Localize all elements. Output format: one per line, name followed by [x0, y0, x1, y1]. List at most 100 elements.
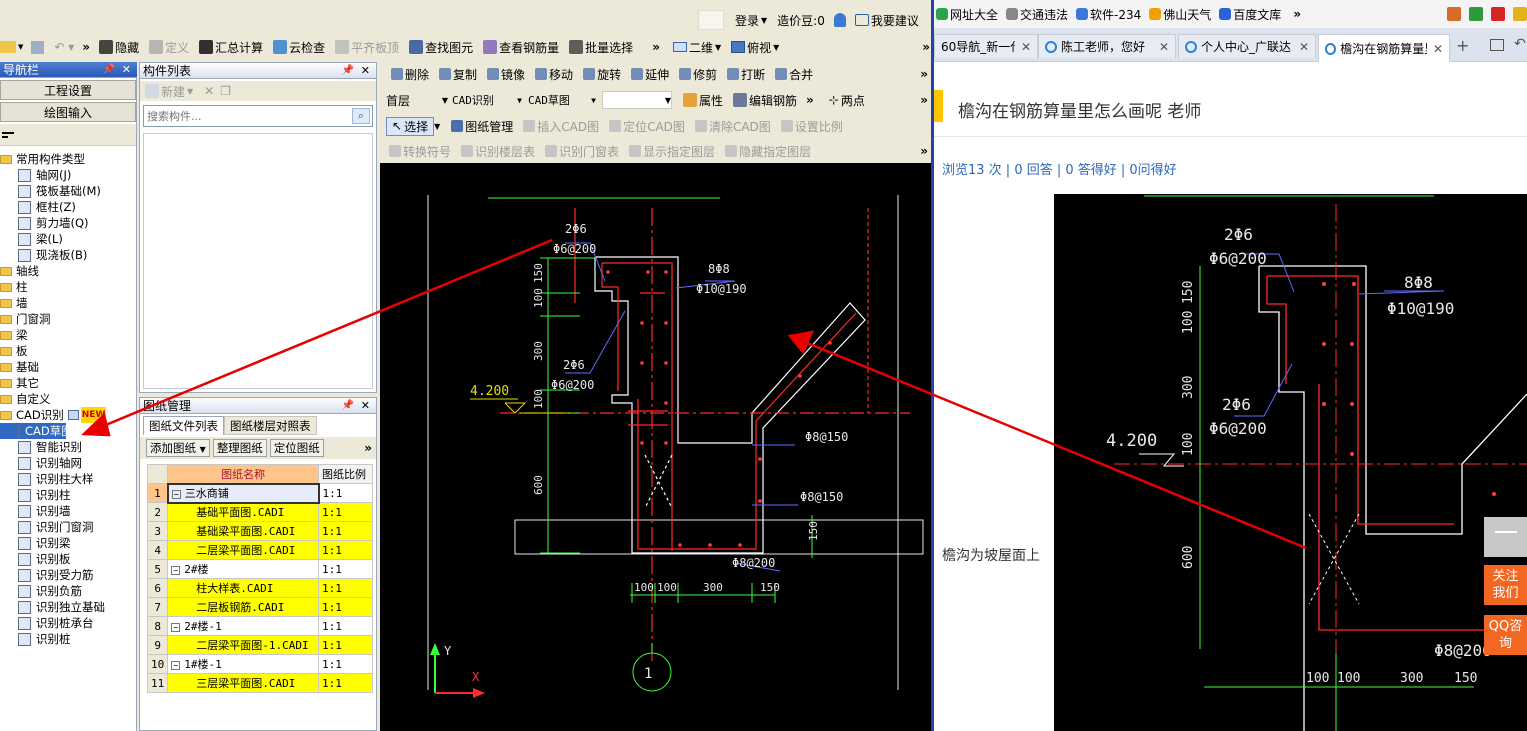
suggest-button[interactable]: 我要建议 — [850, 10, 924, 30]
toolbar-overflow-chevron[interactable]: » — [78, 40, 94, 54]
organize-drawing-button[interactable]: 整理图纸 — [212, 439, 267, 457]
tab-drawing-floor-map[interactable]: 图纸楼层对照表 — [224, 416, 317, 435]
drawing-name-cell[interactable]: 二层梁平面图-1.CADI — [167, 635, 320, 655]
main-tool-7-button[interactable]: 批量选择 — [564, 37, 638, 57]
bookmark-item[interactable]: 软件-234 — [1076, 6, 1141, 23]
nav-group-2[interactable]: 柱 — [0, 279, 136, 295]
nav-item-0-0[interactable]: 轴网(J) — [0, 167, 136, 183]
table-row[interactable]: 3 基础梁平面图.CADI 1:1 — [147, 521, 373, 541]
edit-rebar-button[interactable]: 编辑钢筋 — [728, 90, 802, 110]
table-row[interactable]: 11 三层梁平面图.CADI 1:1 — [147, 673, 373, 693]
nav-item-0-4[interactable]: 梁(L) — [0, 231, 136, 247]
nav-item-10-7[interactable]: 识别梁 — [0, 535, 136, 551]
nav-group-1[interactable]: 轴线 — [0, 263, 136, 279]
nav-item-10-9[interactable]: 识别受力筋 — [0, 567, 136, 583]
question-stats[interactable]: 浏览13 次 | 0 回答 | 0 答得好 | 0问得好 — [942, 159, 1177, 178]
convert-tool-2-button[interactable]: 识别门窗表 — [540, 141, 624, 161]
edit-tool-6-button[interactable]: 修剪 — [674, 64, 722, 84]
copy-icon[interactable]: ❐ — [220, 84, 231, 98]
select-button[interactable]: ↖ 选择 — [386, 116, 435, 136]
component-name-select[interactable]: ▼ — [602, 91, 672, 109]
edit-tool-8-button[interactable]: 合并 — [770, 64, 818, 84]
browser-tab-0[interactable]: 60导航_新一代 ✕ — [934, 34, 1038, 58]
main-tool-2-button[interactable]: 汇总计算 — [194, 37, 268, 57]
table-row[interactable]: 10−1#楼-1 1:1 — [147, 654, 373, 674]
bookmark-item[interactable]: 网址大全 — [936, 6, 998, 23]
toolbar-overflow-chevron[interactable]: » — [916, 67, 932, 81]
bookmark-icon[interactable] — [1469, 7, 1483, 21]
locate-drawing-button[interactable]: 定位图纸 — [269, 439, 324, 457]
toolbar-overflow-chevron[interactable]: » — [916, 144, 932, 158]
nav-item-10-6[interactable]: 识别门窗洞 — [0, 519, 136, 535]
close-icon[interactable]: ✕ — [361, 399, 370, 412]
drawing-name-cell[interactable]: −1#楼-1 — [167, 654, 320, 674]
convert-tool-4-button[interactable]: 隐藏指定图层 — [720, 141, 816, 161]
collapse-icon[interactable]: − — [171, 490, 181, 499]
drawing-name-cell[interactable]: 基础平面图.CADI — [167, 502, 320, 522]
edit-tool-0-button[interactable]: 删除 — [386, 64, 434, 84]
bell-icon[interactable] — [833, 13, 846, 27]
view-mode-select[interactable]: 二维 ▼ — [668, 37, 726, 57]
bookmark-item[interactable]: 佛山天气 — [1149, 6, 1211, 23]
cad-tool-1-button[interactable]: 插入CAD图 — [518, 116, 604, 136]
nav-item-10-1[interactable]: 智能识别 — [0, 439, 136, 455]
toolbar-overflow-chevron[interactable]: » — [360, 441, 376, 455]
drawing-input-button[interactable]: 绘图输入 — [0, 102, 136, 122]
nav-item-0-3[interactable]: 剪力墙(Q) — [0, 215, 136, 231]
edit-tool-5-button[interactable]: 延伸 — [626, 64, 674, 84]
search-input[interactable] — [144, 107, 348, 125]
browser-tab-3[interactable]: 檐沟在钢筋算量里 ✕ — [1318, 34, 1450, 62]
close-tab-icon[interactable]: ✕ — [1293, 40, 1309, 54]
cad-draft-select[interactable]: CAD草图 ▼ — [528, 92, 596, 108]
table-row[interactable]: 9 二层梁平面图-1.CADI 1:1 — [147, 635, 373, 655]
nav-item-10-10[interactable]: 识别负筋 — [0, 583, 136, 599]
close-tab-icon[interactable]: ✕ — [1427, 42, 1443, 56]
pin-icon[interactable]: 📌 — [342, 400, 354, 411]
close-icon[interactable]: ✕ — [361, 64, 370, 77]
bookmark-item[interactable]: 交通违法 — [1006, 6, 1068, 23]
component-list-area[interactable] — [143, 133, 373, 389]
back-to-top-button[interactable] — [1484, 517, 1527, 557]
nav-group-6[interactable]: 板 — [0, 343, 136, 359]
nav-item-10-0[interactable]: CAD草图 — [0, 423, 73, 439]
add-drawing-button[interactable]: 添加图纸 ▼ — [146, 439, 210, 457]
drawing-name-cell[interactable]: 基础梁平面图.CADI — [167, 521, 320, 541]
browser-tab-1[interactable]: 陈工老师，您好 ✕ — [1038, 34, 1176, 58]
main-tool-5-button[interactable]: 查找图元 — [404, 37, 478, 57]
restore-icon[interactable]: ↶ — [1514, 36, 1526, 52]
nav-item-10-3[interactable]: 识别柱大样 — [0, 471, 136, 487]
nav-group-9[interactable]: 自定义 — [0, 391, 136, 407]
floor-select[interactable]: 首层 ▼ — [386, 92, 448, 109]
edit-tool-2-button[interactable]: 镜像 — [482, 64, 530, 84]
pin-icon[interactable]: 📌 — [342, 65, 354, 76]
main-tool-6-button[interactable]: 查看钢筋量 — [478, 37, 564, 57]
table-row[interactable]: 7 二层板钢筋.CADI 1:1 — [147, 597, 373, 617]
view-direction-select[interactable]: 俯视 ▼ — [726, 37, 784, 57]
pin-icon[interactable]: 📌 — [103, 64, 115, 75]
nav-group-5[interactable]: 梁 — [0, 327, 136, 343]
new-component-button[interactable]: 新建 ▼ — [140, 81, 198, 101]
apps-icon[interactable] — [1447, 7, 1461, 21]
nav-item-10-2[interactable]: 识别轴网 — [0, 455, 136, 471]
tab-drawing-files[interactable]: 图纸文件列表 — [143, 416, 224, 435]
drawing-name-cell[interactable]: 柱大样表.CADI — [167, 578, 320, 598]
convert-tool-1-button[interactable]: 识别楼层表 — [456, 141, 540, 161]
nav-group-4[interactable]: 门窗洞 — [0, 311, 136, 327]
main-tool-3-button[interactable]: 云检查 — [268, 37, 330, 57]
save-icon[interactable] — [31, 40, 45, 54]
collapse-icon[interactable]: − — [171, 566, 181, 575]
main-tool-4-button[interactable]: 平齐板顶 — [330, 37, 404, 57]
cad-tool-3-button[interactable]: 清除CAD图 — [690, 116, 776, 136]
edit-tool-7-button[interactable]: 打断 — [722, 64, 770, 84]
project-settings-button[interactable]: 工程设置 — [0, 80, 136, 100]
drawing-name-cell[interactable]: 二层板钢筋.CADI — [167, 597, 320, 617]
nav-group-10[interactable]: CAD识别 NEW — [0, 407, 136, 423]
nav-group-0[interactable]: 常用构件类型 — [0, 151, 136, 167]
nav-group-7[interactable]: 基础 — [0, 359, 136, 375]
nav-item-0-1[interactable]: 筏板基础(M) — [0, 183, 136, 199]
chevron-down-icon[interactable]: ▼ — [434, 122, 440, 131]
close-icon[interactable]: ✕ — [122, 63, 131, 76]
main-tool-0-button[interactable]: 隐藏 — [94, 37, 144, 57]
two-points-button[interactable]: ⊹ 两点 — [824, 90, 870, 110]
convert-tool-3-button[interactable]: 显示指定图层 — [624, 141, 720, 161]
